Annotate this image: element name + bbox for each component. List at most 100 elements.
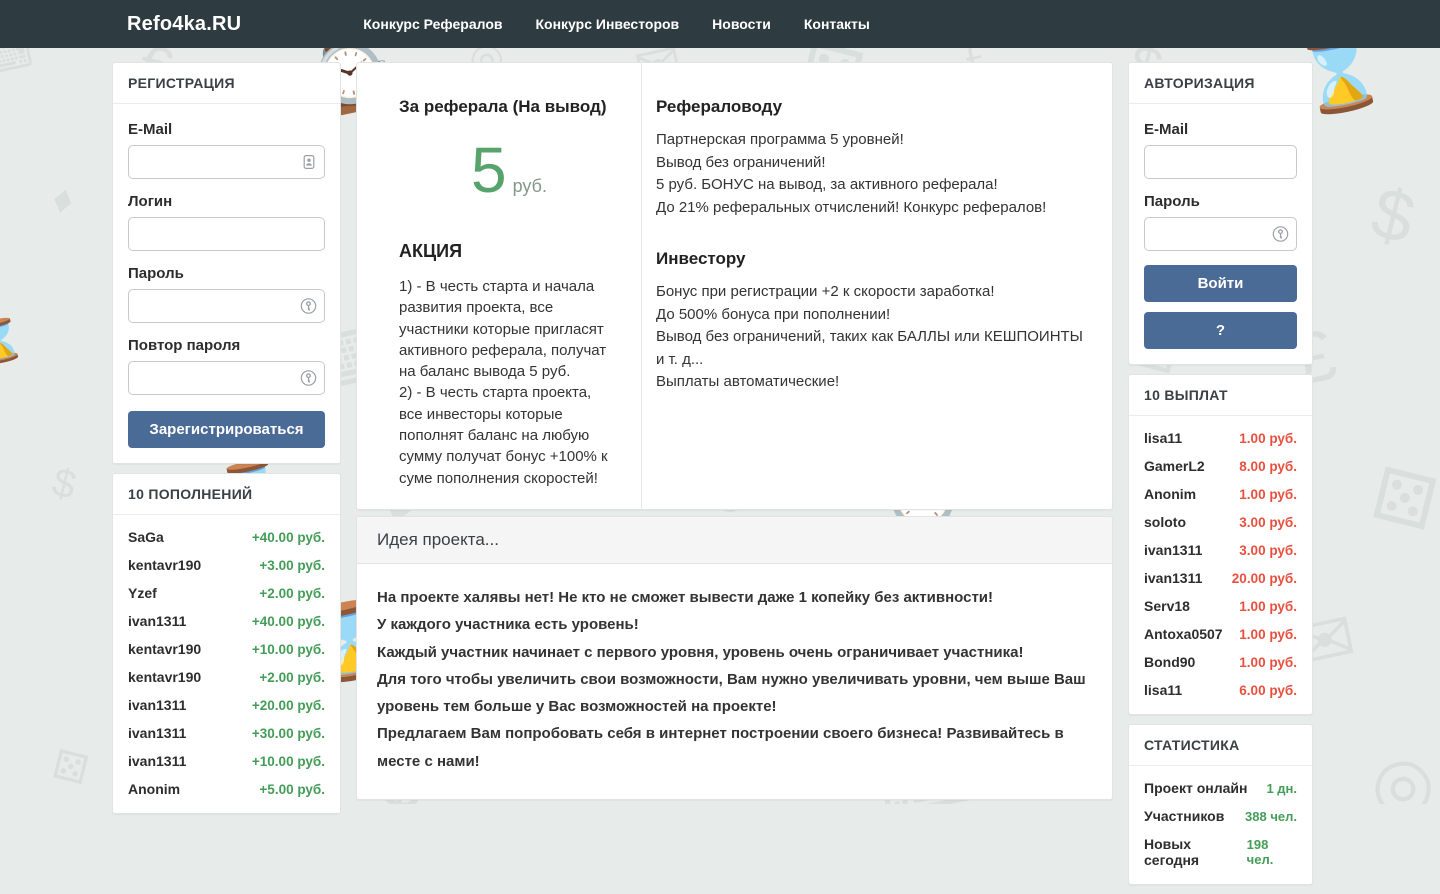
referral-reward-title: За реферала (На вывод) (399, 97, 619, 117)
page-content: РЕГИСТРАЦИЯ E-Mail Логин (112, 62, 1313, 894)
payout-username: lisa11 (1144, 682, 1182, 698)
registration-panel: РЕГИСТРАЦИЯ E-Mail Логин (112, 62, 341, 464)
bg-pattern-icon: ⌛ (0, 317, 28, 366)
payout-row: Serv18 1.00 руб. (1129, 592, 1312, 620)
investor-section-title: Инвестору (656, 249, 1088, 269)
deposit-username: ivan1311 (128, 753, 186, 769)
registration-login-input[interactable] (128, 217, 325, 251)
stat-row: Участников 388 чел. (1129, 802, 1312, 830)
payout-username: Antoxa0507 (1144, 626, 1223, 642)
bg-pattern-icon: ⚄ (49, 744, 92, 791)
login-button[interactable]: Войти (1144, 265, 1297, 302)
stats-panel-title: СТАТИСТИКА (1129, 725, 1312, 766)
deposit-row: kentavr190 +3.00 руб. (113, 551, 340, 579)
auth-panel: АВТОРИЗАЦИЯ E-Mail Пароль (1128, 62, 1313, 365)
bg-pattern-icon: £ (0, 604, 1, 648)
deposit-amount: +10.00 руб. (252, 642, 325, 657)
deposit-username: kentavr190 (128, 557, 201, 573)
nav-menu-item[interactable]: Новости (712, 16, 771, 32)
payout-row: Antoxa0507 1.00 руб. (1129, 620, 1312, 648)
stat-label: Участников (1144, 808, 1224, 824)
bg-pattern-icon: ◎ (1365, 741, 1440, 804)
payouts-panel: 10 ВЫПЛАТ lisa11 1.00 руб. GamerL2 8.00 … (1128, 374, 1313, 715)
deposit-amount: +5.00 руб. (259, 782, 325, 797)
investor-benefit-line: Бонус при регистрации +2 к скорости зара… (656, 281, 1088, 304)
deposit-row: ivan1311 +10.00 руб. (113, 747, 340, 775)
stats-panel: СТАТИСТИКА Проект онлайн 1 дн. Участнико… (1128, 724, 1313, 885)
stat-value: 388 чел. (1245, 809, 1297, 824)
right-sidebar: АВТОРИЗАЦИЯ E-Mail Пароль (1128, 62, 1313, 894)
deposit-username: Yzef (128, 585, 157, 601)
referrer-benefit-line: Партнерская программа 5 уровней! (656, 129, 1088, 152)
nav-menu: Конкурс Рефералов Конкурс Инвесторов Нов… (363, 16, 870, 32)
deposit-username: SaGa (128, 529, 164, 545)
payout-amount: 1.00 руб. (1239, 655, 1297, 670)
idea-text-line: На проекте халявы нет! Не кто не сможет … (377, 584, 1092, 611)
referrer-benefit-line: Вывод без ограничений! (656, 152, 1088, 175)
payout-amount: 1.00 руб. (1239, 599, 1297, 614)
action-paragraph: 1) - В честь старта и начала развития пр… (399, 276, 619, 382)
promo-panel: За реферала (На вывод) 5руб. АКЦИЯ 1) - … (356, 62, 1113, 510)
main-content: За реферала (На вывод) 5руб. АКЦИЯ 1) - … (356, 62, 1113, 800)
deposits-panel-title: 10 ПОПОЛНЕНИЙ (113, 474, 340, 515)
payout-amount: 1.00 руб. (1239, 431, 1297, 446)
registration-password-repeat-label: Повтор пароля (128, 337, 325, 354)
registration-login-label: Логин (128, 193, 325, 210)
payout-amount: 20.00 руб. (1232, 571, 1297, 586)
registration-password-repeat-input[interactable] (128, 361, 325, 395)
deposit-row: ivan1311 +30.00 руб. (113, 719, 340, 747)
idea-text-line: Предлагаем Вам попробовать себя в интерн… (377, 720, 1092, 775)
investor-benefit-line: Выплаты автоматические! (656, 371, 1088, 394)
nav-menu-item[interactable]: Контакты (804, 16, 870, 32)
nav-menu-item[interactable]: Конкурс Рефералов (363, 16, 502, 32)
bg-pattern-icon: ⚄ (1365, 457, 1440, 542)
payout-row: lisa11 6.00 руб. (1129, 676, 1312, 704)
auth-panel-title: АВТОРИЗАЦИЯ (1129, 63, 1312, 104)
registration-email-label: E-Mail (128, 121, 325, 138)
deposit-row: SaGa +40.00 руб. (113, 523, 340, 551)
deposit-amount: +2.00 руб. (259, 586, 325, 601)
stat-label: Новых сегодня (1144, 836, 1247, 868)
registration-password-label: Пароль (128, 265, 325, 282)
referrer-section-title: Рефераловоду (656, 97, 1088, 117)
deposit-row: kentavr190 +10.00 руб. (113, 635, 340, 663)
investor-benefit-line: До 500% бонуса при пополнении! (656, 304, 1088, 327)
registration-panel-title: РЕГИСТРАЦИЯ (113, 63, 340, 104)
payout-username: soloto (1144, 514, 1186, 530)
deposit-username: ivan1311 (128, 725, 186, 741)
idea-text: На проекте халявы нет! Не кто не сможет … (357, 564, 1112, 799)
help-button[interactable]: ? (1144, 312, 1297, 349)
deposit-username: kentavr190 (128, 641, 201, 657)
password-autofill-key-icon[interactable] (1272, 226, 1289, 243)
top-navbar: Refo4ka.RU Конкурс Рефералов Конкурс Инв… (0, 0, 1440, 48)
payout-username: Anonim (1144, 486, 1196, 502)
idea-text-line: У каждого участника есть уровень! (377, 611, 1092, 638)
password-autofill-key-icon[interactable] (300, 370, 317, 387)
auth-email-input[interactable] (1144, 145, 1297, 179)
promo-left-column: За реферала (На вывод) 5руб. АКЦИЯ 1) - … (357, 63, 642, 509)
reward-amount-value: 5 (471, 134, 507, 206)
investor-benefit-line: Вывод без ограничений, таких как БАЛЛЫ и… (656, 326, 1088, 371)
registration-password-input[interactable] (128, 289, 325, 323)
register-button[interactable]: Зарегистрироваться (128, 411, 325, 448)
left-sidebar: РЕГИСТРАЦИЯ E-Mail Логин (112, 62, 341, 823)
payout-row: Bond90 1.00 руб. (1129, 648, 1312, 676)
deposit-row: Anonim +5.00 руб. (113, 775, 340, 803)
bg-pattern-icon: $ (48, 462, 79, 506)
stat-row: Новых сегодня 198 чел. (1129, 830, 1312, 874)
registration-email-input[interactable] (128, 145, 325, 179)
investor-benefits: Бонус при регистрации +2 к скорости зара… (656, 281, 1088, 394)
site-logo[interactable]: Refo4ka.RU (127, 13, 241, 36)
password-autofill-key-icon[interactable] (300, 298, 317, 315)
deposit-row: kentavr190 +2.00 руб. (113, 663, 340, 691)
nav-menu-item[interactable]: Конкурс Инвесторов (536, 16, 680, 32)
payout-username: Bond90 (1144, 654, 1195, 670)
idea-text-line: Для того чтобы увеличить свои возможност… (377, 666, 1092, 721)
deposit-amount: +40.00 руб. (252, 530, 325, 545)
contact-autofill-icon[interactable] (301, 154, 317, 170)
deposit-username: ivan1311 (128, 697, 186, 713)
auth-password-label: Пароль (1144, 193, 1297, 210)
payout-amount: 6.00 руб. (1239, 683, 1297, 698)
payout-amount: 3.00 руб. (1239, 543, 1297, 558)
payouts-list: lisa11 1.00 руб. GamerL2 8.00 руб. Anoni… (1129, 416, 1312, 714)
